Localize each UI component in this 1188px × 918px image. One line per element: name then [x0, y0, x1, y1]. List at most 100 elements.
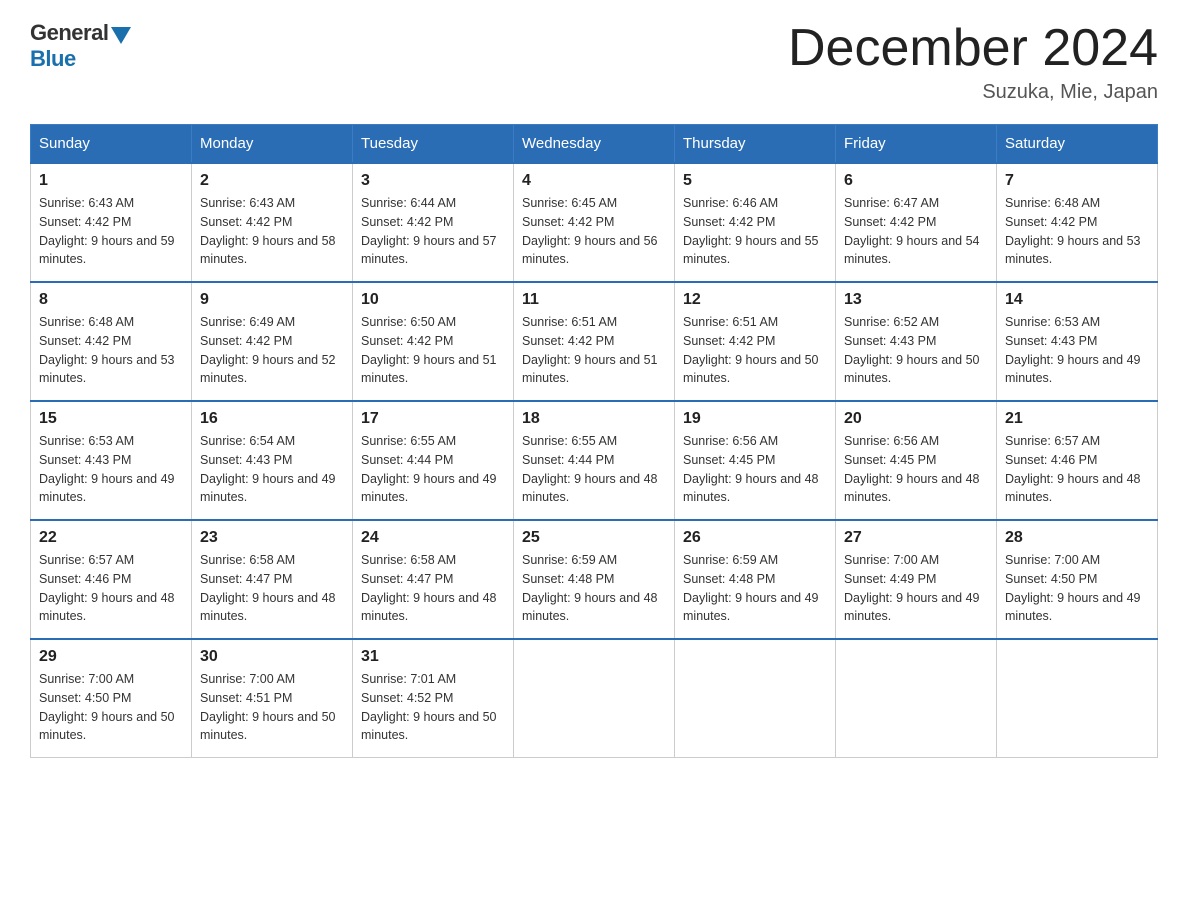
day-number: 26	[683, 529, 827, 547]
day-number: 14	[1005, 291, 1149, 309]
day-info: Sunrise: 6:51 AMSunset: 4:42 PMDaylight:…	[683, 315, 819, 385]
day-number: 18	[522, 410, 666, 428]
day-number: 28	[1005, 529, 1149, 547]
day-number: 21	[1005, 410, 1149, 428]
day-number: 17	[361, 410, 505, 428]
day-info: Sunrise: 6:48 AMSunset: 4:42 PMDaylight:…	[39, 315, 175, 385]
day-info: Sunrise: 6:49 AMSunset: 4:42 PMDaylight:…	[200, 315, 336, 385]
logo: General Blue	[30, 20, 131, 72]
day-info: Sunrise: 6:53 AMSunset: 4:43 PMDaylight:…	[1005, 315, 1141, 385]
calendar-day-23: 23 Sunrise: 6:58 AMSunset: 4:47 PMDaylig…	[192, 520, 353, 639]
day-info: Sunrise: 6:59 AMSunset: 4:48 PMDaylight:…	[522, 553, 658, 623]
day-header-saturday: Saturday	[997, 125, 1158, 164]
calendar-day-6: 6 Sunrise: 6:47 AMSunset: 4:42 PMDayligh…	[836, 163, 997, 282]
empty-cell	[997, 639, 1158, 758]
calendar-day-26: 26 Sunrise: 6:59 AMSunset: 4:48 PMDaylig…	[675, 520, 836, 639]
calendar-day-22: 22 Sunrise: 6:57 AMSunset: 4:46 PMDaylig…	[31, 520, 192, 639]
calendar-week-2: 8 Sunrise: 6:48 AMSunset: 4:42 PMDayligh…	[31, 282, 1158, 401]
calendar-day-5: 5 Sunrise: 6:46 AMSunset: 4:42 PMDayligh…	[675, 163, 836, 282]
day-header-wednesday: Wednesday	[514, 125, 675, 164]
calendar-day-25: 25 Sunrise: 6:59 AMSunset: 4:48 PMDaylig…	[514, 520, 675, 639]
day-number: 6	[844, 172, 988, 190]
day-number: 30	[200, 648, 344, 666]
day-number: 1	[39, 172, 183, 190]
calendar-day-21: 21 Sunrise: 6:57 AMSunset: 4:46 PMDaylig…	[997, 401, 1158, 520]
calendar-day-10: 10 Sunrise: 6:50 AMSunset: 4:42 PMDaylig…	[353, 282, 514, 401]
day-number: 2	[200, 172, 344, 190]
day-info: Sunrise: 6:51 AMSunset: 4:42 PMDaylight:…	[522, 315, 658, 385]
calendar-day-7: 7 Sunrise: 6:48 AMSunset: 4:42 PMDayligh…	[997, 163, 1158, 282]
day-number: 13	[844, 291, 988, 309]
logo-triangle-icon	[111, 27, 131, 44]
calendar-day-16: 16 Sunrise: 6:54 AMSunset: 4:43 PMDaylig…	[192, 401, 353, 520]
month-title: December 2024	[788, 20, 1158, 77]
calendar-day-3: 3 Sunrise: 6:44 AMSunset: 4:42 PMDayligh…	[353, 163, 514, 282]
day-info: Sunrise: 6:54 AMSunset: 4:43 PMDaylight:…	[200, 434, 336, 504]
calendar-day-13: 13 Sunrise: 6:52 AMSunset: 4:43 PMDaylig…	[836, 282, 997, 401]
logo-text: General Blue	[30, 20, 131, 72]
day-info: Sunrise: 6:45 AMSunset: 4:42 PMDaylight:…	[522, 196, 658, 266]
day-number: 8	[39, 291, 183, 309]
location: Suzuka, Mie, Japan	[788, 81, 1158, 104]
page-header: General Blue December 2024 Suzuka, Mie, …	[30, 20, 1158, 104]
title-section: December 2024 Suzuka, Mie, Japan	[788, 20, 1158, 104]
day-header-tuesday: Tuesday	[353, 125, 514, 164]
day-info: Sunrise: 7:00 AMSunset: 4:51 PMDaylight:…	[200, 672, 336, 742]
calendar-day-9: 9 Sunrise: 6:49 AMSunset: 4:42 PMDayligh…	[192, 282, 353, 401]
day-number: 29	[39, 648, 183, 666]
calendar-week-5: 29 Sunrise: 7:00 AMSunset: 4:50 PMDaylig…	[31, 639, 1158, 758]
day-info: Sunrise: 6:46 AMSunset: 4:42 PMDaylight:…	[683, 196, 819, 266]
day-info: Sunrise: 6:44 AMSunset: 4:42 PMDaylight:…	[361, 196, 497, 266]
day-info: Sunrise: 7:00 AMSunset: 4:49 PMDaylight:…	[844, 553, 980, 623]
day-info: Sunrise: 6:57 AMSunset: 4:46 PMDaylight:…	[39, 553, 175, 623]
empty-cell	[836, 639, 997, 758]
day-info: Sunrise: 6:56 AMSunset: 4:45 PMDaylight:…	[844, 434, 980, 504]
calendar-day-8: 8 Sunrise: 6:48 AMSunset: 4:42 PMDayligh…	[31, 282, 192, 401]
calendar-day-31: 31 Sunrise: 7:01 AMSunset: 4:52 PMDaylig…	[353, 639, 514, 758]
calendar-day-1: 1 Sunrise: 6:43 AMSunset: 4:42 PMDayligh…	[31, 163, 192, 282]
day-number: 16	[200, 410, 344, 428]
day-header-thursday: Thursday	[675, 125, 836, 164]
day-number: 12	[683, 291, 827, 309]
day-info: Sunrise: 6:50 AMSunset: 4:42 PMDaylight:…	[361, 315, 497, 385]
logo-general: General	[30, 20, 108, 46]
calendar-day-2: 2 Sunrise: 6:43 AMSunset: 4:42 PMDayligh…	[192, 163, 353, 282]
day-number: 10	[361, 291, 505, 309]
day-info: Sunrise: 6:55 AMSunset: 4:44 PMDaylight:…	[361, 434, 497, 504]
calendar-day-24: 24 Sunrise: 6:58 AMSunset: 4:47 PMDaylig…	[353, 520, 514, 639]
calendar-day-11: 11 Sunrise: 6:51 AMSunset: 4:42 PMDaylig…	[514, 282, 675, 401]
empty-cell	[675, 639, 836, 758]
day-number: 24	[361, 529, 505, 547]
calendar-day-15: 15 Sunrise: 6:53 AMSunset: 4:43 PMDaylig…	[31, 401, 192, 520]
calendar-table: SundayMondayTuesdayWednesdayThursdayFrid…	[30, 124, 1158, 758]
day-info: Sunrise: 6:52 AMSunset: 4:43 PMDaylight:…	[844, 315, 980, 385]
day-info: Sunrise: 6:58 AMSunset: 4:47 PMDaylight:…	[200, 553, 336, 623]
day-info: Sunrise: 6:55 AMSunset: 4:44 PMDaylight:…	[522, 434, 658, 504]
calendar-day-27: 27 Sunrise: 7:00 AMSunset: 4:49 PMDaylig…	[836, 520, 997, 639]
day-number: 3	[361, 172, 505, 190]
day-info: Sunrise: 6:48 AMSunset: 4:42 PMDaylight:…	[1005, 196, 1141, 266]
calendar-week-3: 15 Sunrise: 6:53 AMSunset: 4:43 PMDaylig…	[31, 401, 1158, 520]
day-header-friday: Friday	[836, 125, 997, 164]
day-number: 5	[683, 172, 827, 190]
day-number: 20	[844, 410, 988, 428]
calendar-day-28: 28 Sunrise: 7:00 AMSunset: 4:50 PMDaylig…	[997, 520, 1158, 639]
day-info: Sunrise: 6:59 AMSunset: 4:48 PMDaylight:…	[683, 553, 819, 623]
calendar-day-17: 17 Sunrise: 6:55 AMSunset: 4:44 PMDaylig…	[353, 401, 514, 520]
calendar-day-20: 20 Sunrise: 6:56 AMSunset: 4:45 PMDaylig…	[836, 401, 997, 520]
day-info: Sunrise: 6:43 AMSunset: 4:42 PMDaylight:…	[39, 196, 175, 266]
day-number: 19	[683, 410, 827, 428]
logo-blue: Blue	[30, 46, 131, 72]
calendar-day-29: 29 Sunrise: 7:00 AMSunset: 4:50 PMDaylig…	[31, 639, 192, 758]
day-header-monday: Monday	[192, 125, 353, 164]
calendar-day-19: 19 Sunrise: 6:56 AMSunset: 4:45 PMDaylig…	[675, 401, 836, 520]
calendar-day-4: 4 Sunrise: 6:45 AMSunset: 4:42 PMDayligh…	[514, 163, 675, 282]
day-number: 25	[522, 529, 666, 547]
day-number: 7	[1005, 172, 1149, 190]
day-number: 15	[39, 410, 183, 428]
day-info: Sunrise: 6:57 AMSunset: 4:46 PMDaylight:…	[1005, 434, 1141, 504]
day-number: 9	[200, 291, 344, 309]
calendar-day-18: 18 Sunrise: 6:55 AMSunset: 4:44 PMDaylig…	[514, 401, 675, 520]
day-number: 31	[361, 648, 505, 666]
calendar-header-row: SundayMondayTuesdayWednesdayThursdayFrid…	[31, 125, 1158, 164]
